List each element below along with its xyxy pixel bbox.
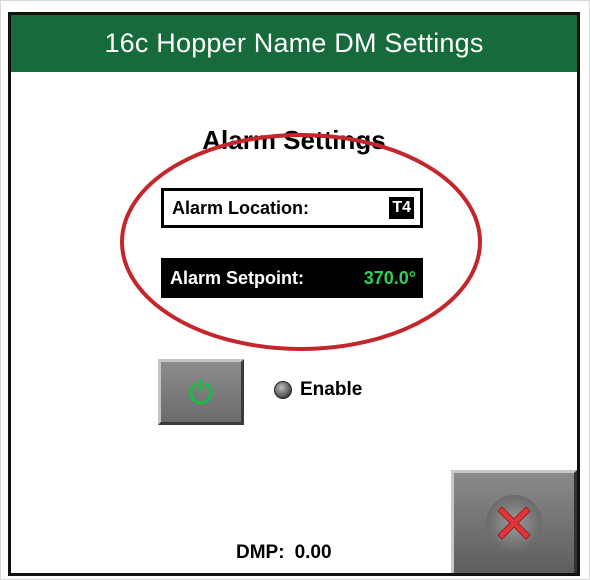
dmp-readout: DMP: 0.00 <box>236 542 332 564</box>
enable-label: Enable <box>300 379 363 400</box>
alarm-setpoint-label: Alarm Setpoint: <box>170 267 305 288</box>
dialog-title: 16c Hopper Name DM Settings <box>11 15 577 72</box>
dmp-label: DMP: <box>236 542 285 563</box>
power-button[interactable] <box>158 359 244 425</box>
alarm-location-field[interactable]: Alarm Location: T4 <box>161 188 423 228</box>
close-button[interactable] <box>451 470 577 573</box>
alarm-location-value[interactable]: T4 <box>389 197 414 219</box>
power-icon <box>189 378 213 405</box>
alarm-setpoint-field[interactable]: Alarm Setpoint: 370.0° <box>161 258 423 298</box>
enable-row: Enable <box>274 379 362 401</box>
settings-dialog: 16c Hopper Name DM Settings Alarm Settin… <box>8 12 580 576</box>
alarm-setpoint-value[interactable]: 370.0° <box>364 268 416 289</box>
dmp-value: 0.00 <box>294 542 332 563</box>
close-icon <box>486 495 542 551</box>
status-indicator <box>274 381 292 399</box>
alarm-location-label: Alarm Location: <box>172 197 310 218</box>
section-title: Alarm Settings <box>202 125 386 155</box>
